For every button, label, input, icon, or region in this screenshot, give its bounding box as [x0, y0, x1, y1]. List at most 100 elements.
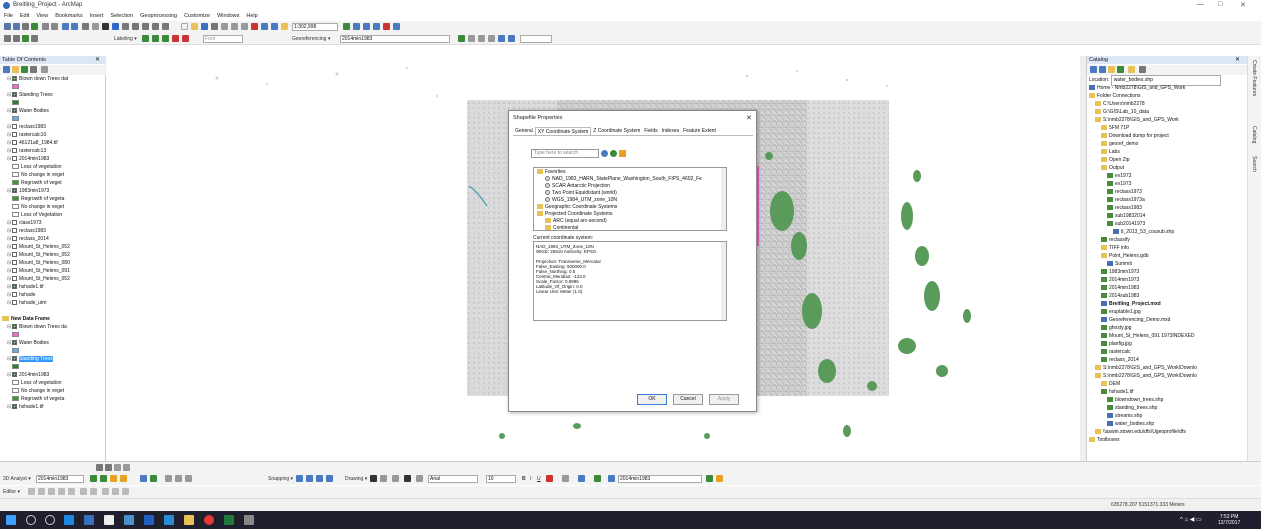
- label-priority-icon[interactable]: [152, 35, 159, 42]
- font-color-icon[interactable]: [546, 475, 553, 482]
- toc-data-frame[interactable]: New Data Frame: [2, 316, 105, 323]
- menu-file[interactable]: File: [4, 12, 13, 21]
- layer-visibility-checkbox[interactable]: [12, 236, 17, 242]
- catalog-item[interactable]: reclass_2014: [1087, 357, 1245, 364]
- line-color-icon[interactable]: [578, 475, 585, 482]
- toc-layer[interactable]: ⊟ Standing Trees: [2, 92, 105, 99]
- coordinate-search-input[interactable]: Type here to search: [531, 149, 599, 158]
- layer-visibility-checkbox[interactable]: [12, 300, 17, 306]
- split-icon[interactable]: [80, 488, 87, 495]
- bold-button[interactable]: B: [522, 475, 526, 483]
- contour-icon[interactable]: [90, 475, 97, 482]
- task-view-icon[interactable]: [84, 515, 94, 525]
- layer-visibility-checkbox[interactable]: [12, 188, 17, 194]
- toc-options-icon[interactable]: [41, 66, 48, 73]
- tab-feature-extent[interactable]: Feature Extent: [681, 127, 718, 135]
- end-point-arc-icon[interactable]: [58, 488, 65, 495]
- straight-segment-icon[interactable]: [48, 488, 55, 495]
- toc-layer[interactable]: ⊟ Blown down Trees dat: [2, 76, 105, 83]
- layer-visibility-checkbox[interactable]: [12, 252, 17, 258]
- layer-visibility-checkbox[interactable]: [12, 324, 17, 330]
- drawing-label[interactable]: Drawing ▾: [345, 475, 367, 483]
- toc-legend-item[interactable]: Regrowth of veget: [2, 180, 105, 187]
- rotate-element-icon[interactable]: [380, 475, 387, 482]
- toc-pin-close-icon[interactable]: ✕: [95, 56, 100, 63]
- home-icon[interactable]: [1117, 66, 1124, 73]
- layer-visibility-checkbox[interactable]: [12, 356, 17, 362]
- toc-layer[interactable]: ⊟ Mount_St_Helens_080: [2, 260, 105, 267]
- catalog-item[interactable]: ghosty.jpg: [1087, 325, 1245, 332]
- hyperlink-icon[interactable]: [142, 23, 149, 30]
- vertex-snapping-icon[interactable]: [316, 475, 323, 482]
- menu-help[interactable]: Help: [246, 12, 257, 21]
- trace-icon[interactable]: [68, 488, 75, 495]
- profile-graph-icon[interactable]: [120, 475, 127, 482]
- toc-layer[interactable]: ⊟ rastercalc13: [2, 148, 105, 155]
- menu-windows[interactable]: Windows: [217, 12, 239, 21]
- underline-button[interactable]: U: [537, 475, 541, 483]
- coordinate-tree-item[interactable]: Two Point Equidistant (world): [545, 190, 617, 197]
- add-control-points-icon[interactable]: [488, 35, 495, 42]
- toc-layer[interactable]: ⊟ Water Bodies: [2, 108, 105, 115]
- arcmap-taskbar-icon[interactable]: [124, 515, 134, 525]
- catalog-item[interactable]: blowndown_trees.shp: [1087, 397, 1245, 404]
- arcscene-icon[interactable]: [140, 475, 147, 482]
- attributes-icon[interactable]: [102, 488, 109, 495]
- layer-visibility-checkbox[interactable]: [12, 260, 17, 266]
- windows-start-icon[interactable]: [6, 515, 16, 525]
- select-elements-icon[interactable]: [370, 475, 377, 482]
- redo-icon[interactable]: [271, 23, 278, 30]
- catalog-item[interactable]: Summit: [1087, 261, 1245, 268]
- zoom-out-icon[interactable]: [13, 23, 20, 30]
- store-icon[interactable]: [104, 515, 114, 525]
- undo-icon[interactable]: [261, 23, 268, 30]
- catalog-item[interactable]: sub20141973: [1087, 221, 1245, 228]
- layer-visibility-checkbox[interactable]: [12, 284, 17, 290]
- editor-menu-label[interactable]: Editor ▾: [3, 488, 20, 496]
- toc-layer[interactable]: ⊟ Mount_St_Helens_052: [2, 244, 105, 251]
- catalog-item[interactable]: Output: [1087, 165, 1245, 172]
- catalog-item[interactable]: standing_trees.shp: [1087, 405, 1245, 412]
- toc-legend-item[interactable]: [2, 364, 105, 371]
- layer-icon[interactable]: [608, 475, 615, 482]
- zoom-to-layer-icon[interactable]: [13, 35, 20, 42]
- catalog-item[interactable]: hshade1.tif: [1087, 389, 1245, 396]
- toc-layer[interactable]: ⊟ hshade: [2, 292, 105, 299]
- full-extent-icon[interactable]: [31, 23, 38, 30]
- app-icon[interactable]: [244, 515, 254, 525]
- toc-layer[interactable]: ⊟ 1983min1973: [2, 188, 105, 195]
- snapping-label[interactable]: Snapping ▾: [268, 475, 293, 483]
- catalog-item[interactable]: rastercalc: [1087, 349, 1245, 356]
- layer-visibility-checkbox[interactable]: [12, 228, 17, 234]
- fill-color-icon[interactable]: [562, 475, 569, 482]
- data-view-icon[interactable]: [96, 464, 103, 471]
- end-snapping-icon[interactable]: [306, 475, 313, 482]
- coordinate-tree-item[interactable]: Projected Coordinate Systems: [537, 211, 613, 218]
- toc-legend-item[interactable]: No change in veget: [2, 172, 105, 179]
- system-tray-icons[interactable]: ^ ⌂ ◀ ▭: [1180, 516, 1202, 523]
- swipe-icon[interactable]: [706, 475, 713, 482]
- toc-legend-item[interactable]: Regrowth of vegeta: [2, 396, 105, 403]
- tab-indexes[interactable]: Indexes: [660, 127, 682, 135]
- catalog-item[interactable]: reclass1973: [1087, 189, 1245, 196]
- globe-icon[interactable]: [610, 150, 617, 157]
- toc-legend-item[interactable]: Loss of vegetation: [2, 380, 105, 387]
- search-icon[interactable]: [601, 150, 608, 157]
- catalog-item[interactable]: TIFF info: [1087, 245, 1245, 252]
- python-window-icon[interactable]: [393, 23, 400, 30]
- list-by-drawing-order-icon[interactable]: [3, 66, 10, 73]
- connect-folder-icon[interactable]: [1128, 66, 1135, 73]
- catalog-item[interactable]: eruptable1.jpg: [1087, 309, 1245, 316]
- coordinate-tree-item[interactable]: Continental: [545, 225, 578, 230]
- drawing-font-combo[interactable]: Arial: [428, 475, 478, 483]
- menu-edit[interactable]: Edit: [20, 12, 29, 21]
- print-icon[interactable]: [211, 23, 218, 30]
- toc-legend-item[interactable]: Regrowth of vegeta: [2, 196, 105, 203]
- toc-legend-item[interactable]: No change in veget: [2, 204, 105, 211]
- toc-layer[interactable]: ⊟ hshade1.tif: [2, 404, 105, 411]
- menu-view[interactable]: View: [36, 12, 48, 21]
- line-of-sight-icon[interactable]: [110, 475, 117, 482]
- tab-fields[interactable]: Fields: [642, 127, 659, 135]
- toc-layer[interactable]: ⊟ Standing Trees: [2, 356, 105, 363]
- measure-icon[interactable]: [132, 23, 139, 30]
